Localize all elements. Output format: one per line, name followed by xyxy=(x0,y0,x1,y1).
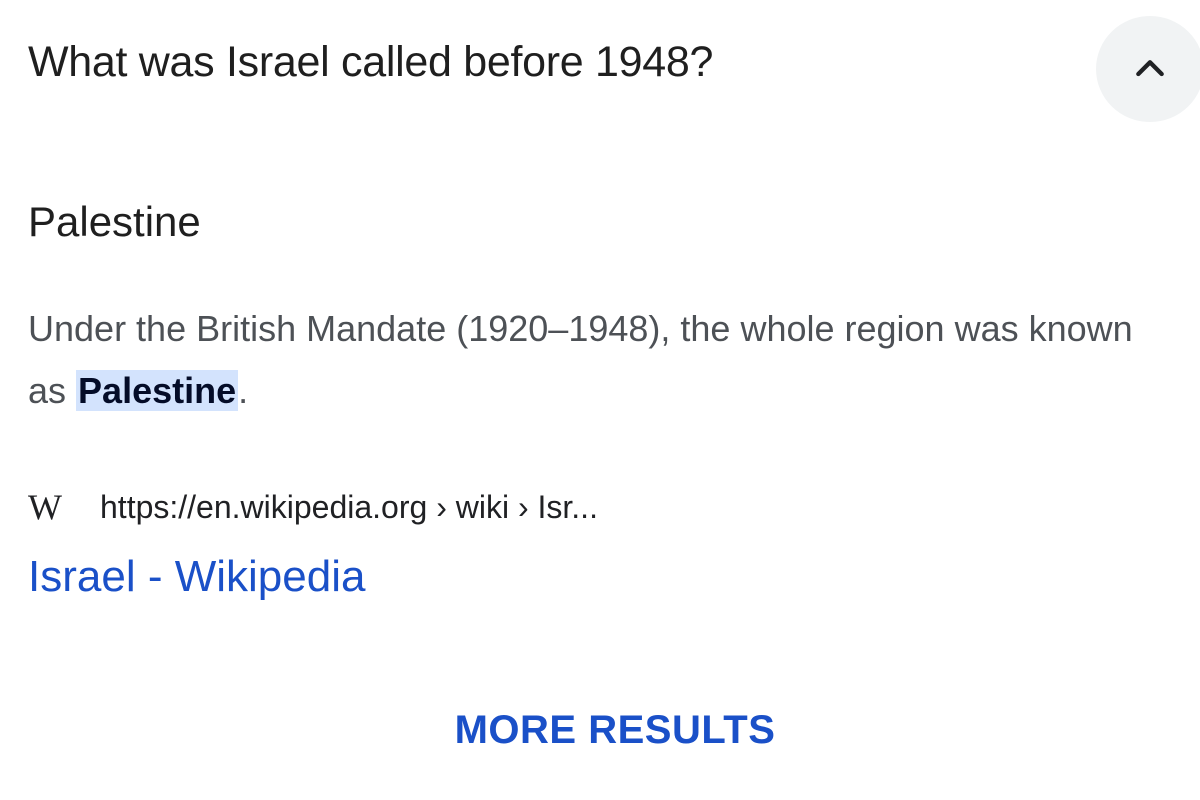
question-heading[interactable]: What was Israel called before 1948? xyxy=(28,38,713,87)
answer-title: Palestine xyxy=(28,198,201,245)
collapse-button[interactable] xyxy=(1096,16,1200,122)
source-url[interactable]: https://en.wikipedia.org › wiki › Isr... xyxy=(100,489,598,526)
wikipedia-logo-icon: W xyxy=(28,487,62,527)
source-row[interactable]: W https://en.wikipedia.org › wiki › Isr.… xyxy=(28,482,598,532)
snippet-highlight: Palestine xyxy=(76,370,239,411)
result-title-link[interactable]: Israel - Wikipedia xyxy=(28,552,365,602)
answer-snippet: Under the British Mandate (1920–1948), t… xyxy=(28,298,1178,422)
chevron-up-icon xyxy=(1136,60,1164,77)
more-results-button[interactable]: MORE RESULTS xyxy=(0,708,1200,753)
snippet-text-after: . xyxy=(238,370,249,411)
